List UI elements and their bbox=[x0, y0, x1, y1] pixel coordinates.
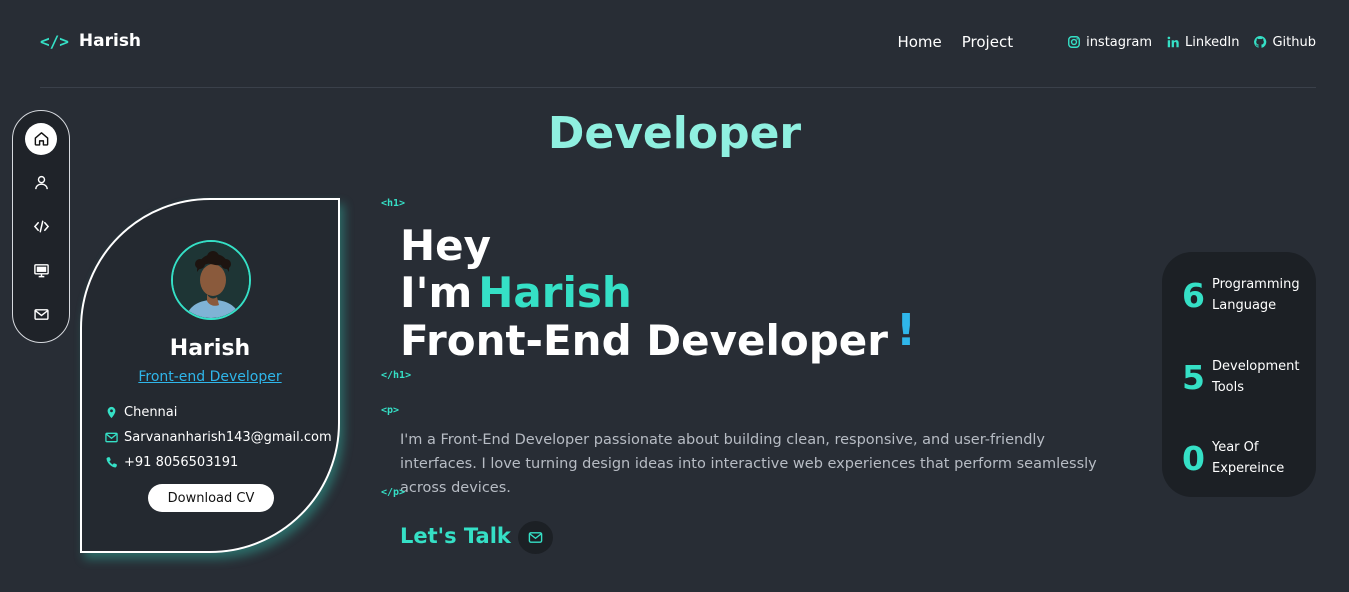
avatar bbox=[171, 240, 251, 320]
linkedin-icon bbox=[1167, 36, 1179, 48]
nav-project[interactable]: Project bbox=[962, 33, 1013, 51]
phone-text[interactable]: +91 8056503191 bbox=[124, 455, 238, 470]
profile-role-link[interactable]: Front-end Developer bbox=[82, 369, 338, 385]
side-nav-skills[interactable] bbox=[25, 211, 57, 243]
location-row: Chennai bbox=[105, 404, 332, 421]
hero-name: Harish bbox=[478, 268, 632, 317]
mail-icon bbox=[33, 308, 49, 320]
email-text[interactable]: Sarvananharish143@gmail.com bbox=[124, 430, 332, 445]
brand-name: Harish bbox=[78, 31, 142, 51]
hero-im: I'm bbox=[400, 268, 473, 317]
top-nav: Home Project instagram LinkedIn Github bbox=[897, 33, 1316, 51]
location-pin-icon bbox=[107, 406, 116, 419]
p-open-tag: <p> bbox=[381, 405, 400, 416]
profile-card: Harish Front-end Developer Chennai Sarva… bbox=[80, 198, 340, 553]
github-label: Github bbox=[1272, 34, 1316, 50]
hero-exclaim: ! bbox=[895, 305, 917, 356]
instagram-label: instagram bbox=[1086, 34, 1152, 50]
stat-label-line2: Expereince bbox=[1212, 461, 1285, 476]
stat-label: Programming Language bbox=[1212, 274, 1312, 316]
stat-value: 5 bbox=[1182, 357, 1205, 397]
profile-name: Harish bbox=[169, 336, 251, 361]
side-nav-projects[interactable] bbox=[25, 254, 57, 286]
nav-home[interactable]: Home bbox=[897, 33, 941, 51]
hero-role: Front-End Developer bbox=[400, 316, 888, 365]
phone-icon bbox=[106, 457, 117, 468]
hero-paragraph: I'm a Front-End Developer passionate abo… bbox=[400, 432, 1097, 496]
stat-label-line2: Language bbox=[1212, 298, 1277, 313]
stat-value: 0 bbox=[1182, 438, 1205, 478]
linkedin-label: LinkedIn bbox=[1185, 34, 1240, 50]
instagram-icon bbox=[1068, 36, 1081, 48]
stat-value: 6 bbox=[1182, 275, 1205, 315]
page-title: Developer bbox=[547, 108, 802, 159]
lets-talk-mail-button[interactable] bbox=[518, 521, 553, 554]
mail-icon bbox=[528, 532, 543, 543]
code-logo-icon: </> bbox=[40, 31, 69, 51]
stats-panel: 6 Programming Language 5 Development Tools… bbox=[1162, 252, 1316, 497]
stat-label-line1: Year Of bbox=[1212, 440, 1259, 455]
avatar-illustration bbox=[173, 242, 249, 318]
code-icon bbox=[33, 220, 49, 233]
github-link[interactable]: Github bbox=[1253, 35, 1316, 50]
phone-row: +91 8056503191 bbox=[105, 454, 332, 471]
envelope-icon bbox=[105, 432, 118, 443]
lets-talk-link[interactable]: Let's Talk bbox=[400, 524, 511, 548]
side-nav-contact[interactable] bbox=[25, 298, 57, 330]
instagram-link[interactable]: instagram bbox=[1067, 35, 1152, 50]
stat-label-line1: Programming bbox=[1212, 277, 1300, 292]
hero-line-role: Front-End Developer! bbox=[400, 307, 916, 365]
stat-label: Year Of Expereince bbox=[1212, 437, 1312, 479]
h1-open-tag: <h1> bbox=[381, 198, 406, 209]
stat-label-line1: Development bbox=[1212, 359, 1300, 374]
hero-line-hey: Hey bbox=[400, 221, 492, 270]
profile-info: Chennai Sarvananharish143@gmail.com +91 … bbox=[105, 404, 332, 479]
h1-close-tag: </h1> bbox=[381, 370, 412, 381]
stat-experience: 0 Year Of Expereince bbox=[1182, 437, 1312, 479]
side-nav-about[interactable] bbox=[25, 167, 57, 199]
logo[interactable]: </> Harish bbox=[40, 31, 141, 51]
header: </> Harish Home Project instagram Linked… bbox=[40, 0, 1316, 88]
user-icon bbox=[34, 176, 48, 190]
p-close-tag: </p> bbox=[381, 487, 406, 498]
stat-tools: 5 Development Tools bbox=[1182, 356, 1312, 398]
location-text: Chennai bbox=[124, 405, 178, 420]
email-row: Sarvananharish143@gmail.com bbox=[105, 429, 332, 446]
monitor-icon bbox=[33, 263, 49, 278]
hero-line-name: I'm Harish bbox=[400, 269, 632, 317]
github-icon bbox=[1254, 36, 1267, 48]
stat-programming: 6 Programming Language bbox=[1182, 274, 1312, 316]
linkedin-link[interactable]: LinkedIn bbox=[1166, 35, 1239, 50]
stat-label: Development Tools bbox=[1212, 356, 1312, 398]
download-cv-button[interactable]: Download CV bbox=[148, 484, 274, 512]
stat-label-line2: Tools bbox=[1212, 380, 1245, 395]
